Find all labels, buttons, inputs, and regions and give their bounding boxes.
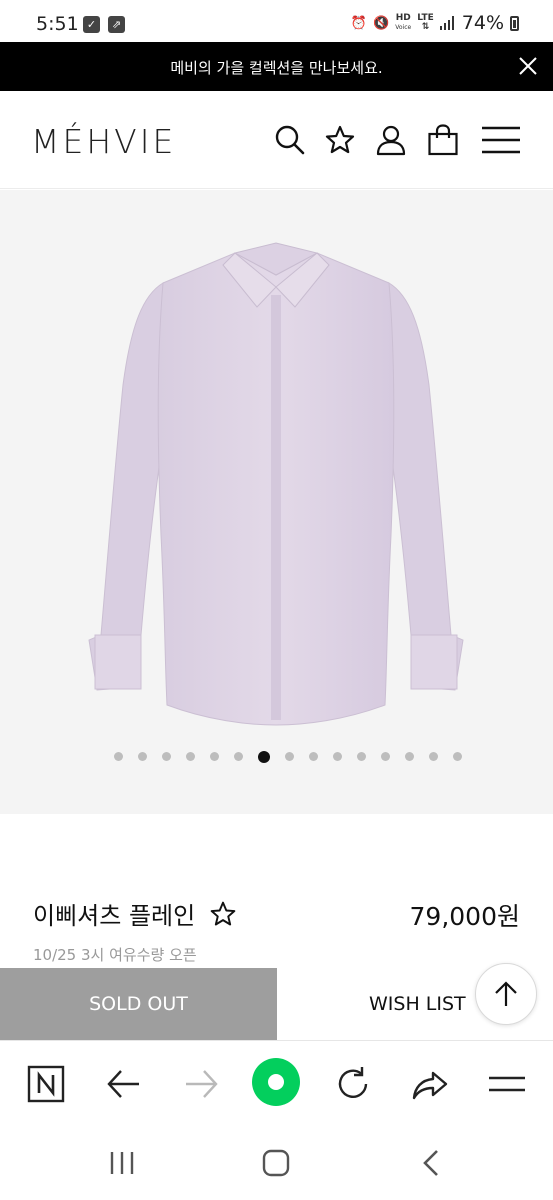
product-price: 79,000원 (409, 902, 520, 931)
recent-apps-icon[interactable] (105, 1146, 139, 1180)
pagination-dot[interactable] (233, 752, 243, 761)
pagination-dot[interactable] (185, 752, 195, 761)
gallery-pagination[interactable] (0, 750, 553, 763)
pagination-dot[interactable] (113, 752, 123, 761)
hd-voice-icon: HD Voice (395, 14, 411, 32)
home-icon[interactable] (259, 1146, 293, 1180)
shopping-bag-icon[interactable] (427, 124, 459, 156)
pagination-dot[interactable] (308, 752, 318, 761)
mute-icon: 🔇 (373, 15, 390, 31)
pagination-dot[interactable] (284, 752, 294, 761)
product-name: 이삐셔츠 플레인 (33, 902, 196, 930)
pagination-dot[interactable] (332, 752, 342, 761)
brand-logo[interactable]: MÉHVIE (31, 122, 176, 161)
pagination-dot[interactable] (209, 752, 219, 761)
share-icon[interactable] (411, 1065, 449, 1103)
star-icon[interactable] (324, 124, 356, 156)
back-arrow-icon[interactable] (105, 1065, 143, 1103)
battery-icon (510, 15, 519, 31)
arrow-up-icon (495, 981, 517, 1006)
sold-out-button[interactable]: SOLD OUT (0, 968, 277, 1040)
pagination-dot[interactable] (452, 752, 462, 761)
lte-icon: LTE ⇅ (417, 13, 434, 32)
status-time: 5:51 (36, 13, 79, 35)
app-notification-icon: ⇗ (108, 16, 125, 33)
system-navigation-bar (0, 1126, 553, 1200)
product-title-row: 이삐셔츠 플레인 (33, 896, 237, 931)
announcement-bar[interactable]: 메비의 가을 컬렉션을 만나보세요. (0, 42, 553, 91)
search-icon[interactable] (274, 124, 306, 156)
pagination-dot-active[interactable] (257, 750, 270, 763)
scroll-top-button[interactable] (475, 963, 537, 1025)
close-icon[interactable] (515, 53, 541, 79)
alarm-icon: ⏰ (350, 15, 368, 31)
site-header: MÉHVIE (0, 91, 553, 189)
pagination-dot[interactable] (404, 752, 414, 761)
product-image[interactable] (85, 235, 467, 745)
browser-toolbar (0, 1040, 553, 1126)
status-bar: 5:51 ✓ ⇗ ⏰ 🔇 HD Voice LTE ⇅ 74% (0, 0, 553, 42)
pagination-dot[interactable] (137, 752, 147, 761)
refresh-icon[interactable] (334, 1065, 372, 1103)
check-notification-icon: ✓ (83, 16, 100, 33)
battery-percent: 74% (461, 12, 504, 34)
product-note: 10/25 3시 여유수량 오픈 (33, 946, 197, 964)
notification-icons: ✓ ⇗ (83, 16, 125, 33)
status-indicators: ⏰ 🔇 HD Voice LTE ⇅ 74% (351, 12, 519, 34)
hd-label: HD (395, 13, 411, 23)
pagination-dot[interactable] (380, 752, 390, 761)
pagination-dot[interactable] (428, 752, 438, 761)
menu-icon[interactable] (482, 124, 520, 156)
back-icon[interactable] (415, 1146, 449, 1180)
pagination-dot[interactable] (161, 752, 171, 761)
star-icon[interactable] (209, 900, 237, 928)
signal-icon (439, 16, 454, 30)
naver-n-icon[interactable] (27, 1065, 65, 1103)
pagination-dot[interactable] (356, 752, 366, 761)
user-icon[interactable] (375, 124, 407, 156)
forward-arrow-icon[interactable] (182, 1065, 220, 1103)
product-gallery[interactable] (0, 190, 553, 814)
voice-label: Voice (395, 24, 412, 31)
green-dot-icon[interactable] (251, 1057, 301, 1107)
menu-icon[interactable] (488, 1065, 526, 1103)
announcement-text[interactable]: 메비의 가을 컬렉션을 만나보세요. (0, 57, 553, 78)
wish-list-label[interactable]: WISH LIST (369, 993, 466, 1015)
